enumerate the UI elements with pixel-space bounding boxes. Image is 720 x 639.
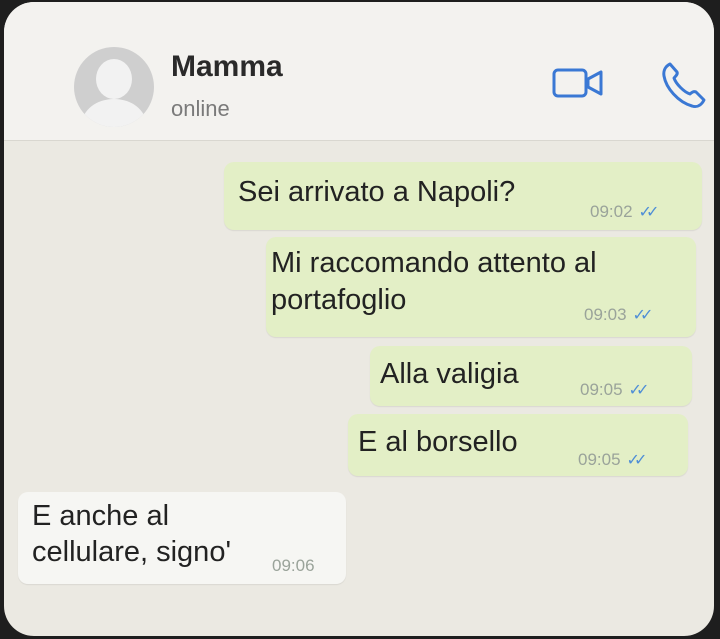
message-bubble-outgoing[interactable]: E al borsello 09:05 ✓✓ xyxy=(348,414,688,476)
message-time: 09:05 xyxy=(580,380,623,399)
chat-area: Sei arrivato a Napoli? 09:02 ✓✓ Mi raccom… xyxy=(4,141,714,636)
message-bubble-incoming[interactable]: E anche al cellulare, signo' 09:06 xyxy=(18,492,346,584)
message-bubble-outgoing[interactable]: Sei arrivato a Napoli? 09:02 ✓✓ xyxy=(224,162,702,230)
message-time: 09:03 xyxy=(584,305,627,324)
message-line: portafoglio xyxy=(271,284,407,316)
message-time: 09:02 xyxy=(590,202,633,221)
message-meta: 09:03 ✓✓ xyxy=(584,305,654,325)
message-text: Sei arrivato a Napoli? xyxy=(238,174,515,211)
message-text: Alla valigia xyxy=(380,356,519,393)
message-time: 09:06 xyxy=(272,556,315,575)
message-line: cellulare, signo' xyxy=(32,536,231,568)
double-check-icon: ✓✓ xyxy=(626,452,648,469)
message-meta: 09:02 ✓✓ xyxy=(590,202,660,222)
message-text: E anche al cellulare, signo' xyxy=(32,498,231,570)
message-text: Mi raccomando attento al portafoglio xyxy=(271,245,597,319)
contact-name[interactable]: Mamma xyxy=(171,50,283,84)
double-check-icon: ✓✓ xyxy=(638,204,660,221)
message-bubble-outgoing[interactable]: Mi raccomando attento al portafoglio 09:… xyxy=(266,237,696,337)
message-line: Mi raccomando attento al xyxy=(271,247,597,279)
message-bubble-outgoing[interactable]: Alla valigia 09:05 ✓✓ xyxy=(370,346,692,406)
message-meta: 09:06 xyxy=(272,556,315,576)
message-text: E al borsello xyxy=(358,424,518,461)
message-time: 09:05 xyxy=(578,450,621,469)
avatar-head-shape xyxy=(96,59,132,99)
chat-header: Mamma online xyxy=(4,2,714,141)
double-check-icon: ✓✓ xyxy=(628,382,650,399)
avatar-body-shape xyxy=(82,99,146,127)
voice-call-icon[interactable] xyxy=(660,60,706,110)
contact-avatar[interactable] xyxy=(74,47,154,127)
message-line: E anche al xyxy=(32,500,170,532)
message-meta: 09:05 ✓✓ xyxy=(578,450,648,470)
message-meta: 09:05 ✓✓ xyxy=(580,380,650,400)
message-line: Alla valigia xyxy=(380,358,519,390)
message-line: E al borsello xyxy=(358,426,518,458)
message-line: Sei arrivato a Napoli? xyxy=(238,176,516,208)
double-check-icon: ✓✓ xyxy=(632,307,654,324)
phone-screen: Mamma online Sei arrivato a Napoli? 09:0… xyxy=(4,2,714,636)
video-call-icon[interactable] xyxy=(552,64,604,102)
contact-status: online xyxy=(171,96,230,121)
